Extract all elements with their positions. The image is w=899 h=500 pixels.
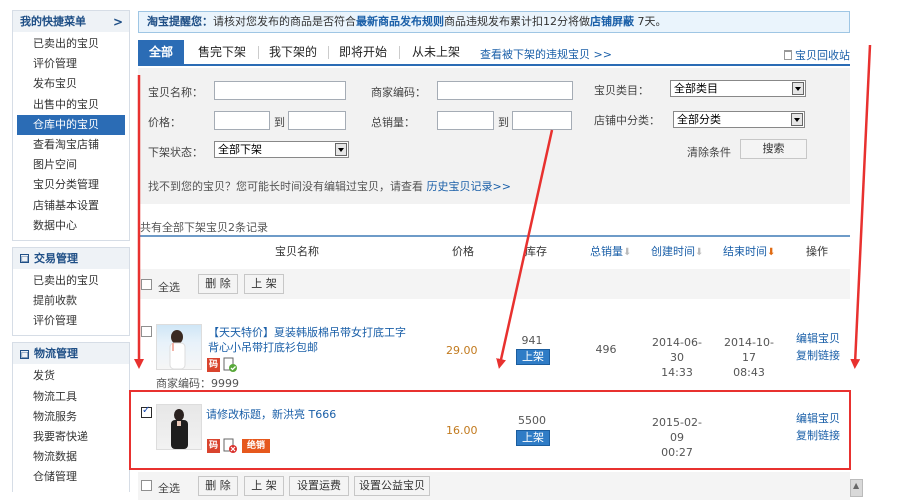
arrow-right — [850, 44, 872, 369]
annotation-arrows — [134, 44, 872, 369]
arrow-middle — [496, 129, 554, 369]
